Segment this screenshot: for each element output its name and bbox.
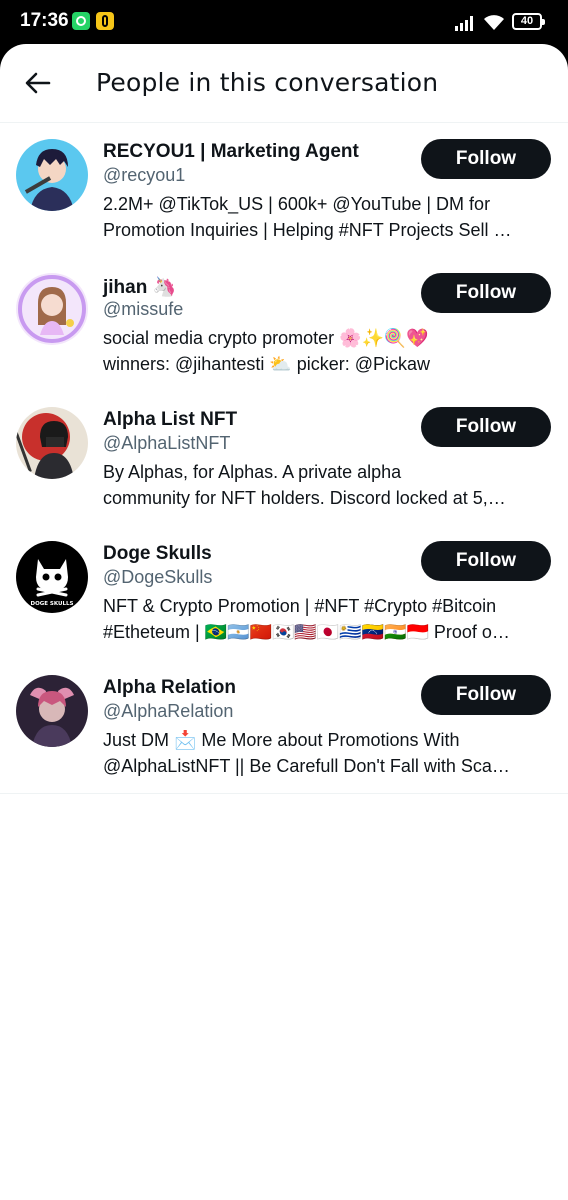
bio-line: winners: @jihantesti ⛅ picker: @Pickaw — [103, 354, 431, 374]
user-handle[interactable]: @DogeSkulls — [103, 567, 212, 588]
user-handle[interactable]: @AlphaRelation — [103, 701, 233, 722]
back-button[interactable] — [20, 65, 56, 101]
bio-line: Just DM 📩 Me More about Promotions With — [103, 730, 460, 750]
user-row-missufe[interactable]: jihan 🦄 @missufe social media crypto pro… — [0, 257, 568, 391]
battery-level: 40 — [520, 15, 534, 27]
bio-line: NFT & Crypto Promotion | #NFT #Crypto #B… — [103, 596, 497, 616]
status-bar: 17:36 40 — [0, 0, 568, 44]
user-handle[interactable]: @recyou1 — [103, 165, 185, 186]
avatar[interactable] — [16, 407, 88, 479]
svg-text:DOGE SKULLS: DOGE SKULLS — [31, 601, 74, 607]
status-time: 17:36 — [20, 10, 69, 31]
user-handle[interactable]: @AlphaListNFT — [103, 433, 230, 454]
follow-button[interactable]: Follow — [421, 541, 551, 581]
follow-button[interactable]: Follow — [421, 407, 551, 447]
bio-line: By Alphas, for Alphas. A private alpha — [103, 462, 402, 482]
list-divider — [0, 793, 568, 794]
avatar[interactable]: DOGE SKULLS — [16, 541, 88, 613]
whatsapp-icon — [72, 12, 90, 30]
user-name[interactable]: Doge Skulls — [103, 543, 212, 565]
bio-line: community for NFT holders. Discord locke… — [103, 488, 506, 508]
user-row-alphalistnft[interactable]: Alpha List NFT @AlphaListNFT By Alphas, … — [0, 391, 568, 525]
wifi-icon — [484, 15, 504, 30]
user-bio: 2.2M+ @TikTok_US | 600k+ @YouTube | DM f… — [103, 191, 551, 243]
bio-line: @AlphaListNFT || Be Carefull Don't Fall … — [103, 756, 510, 776]
user-name[interactable]: Alpha List NFT — [103, 409, 237, 431]
app-notification-icon — [96, 12, 114, 30]
avatar[interactable] — [16, 273, 88, 345]
follow-button[interactable]: Follow — [421, 675, 551, 715]
user-name[interactable]: Alpha Relation — [103, 677, 236, 699]
user-row-recyou1[interactable]: RECYOU1 | Marketing Agent @recyou1 2.2M+… — [0, 123, 568, 257]
user-handle[interactable]: @missufe — [103, 299, 183, 320]
arrow-left-icon — [25, 72, 51, 94]
avatar[interactable] — [16, 139, 88, 211]
user-bio: NFT & Crypto Promotion | #NFT #Crypto #B… — [103, 593, 551, 645]
avatar[interactable] — [16, 675, 88, 747]
bio-line: #Etheteum | 🇧🇷🇦🇷🇨🇳🇰🇷🇺🇸🇯🇵🇺🇾🇻🇪🇮🇳🇮🇩 Proof o… — [103, 622, 510, 642]
user-name[interactable]: jihan 🦄 — [103, 275, 176, 299]
user-name[interactable]: RECYOU1 | Marketing Agent — [103, 141, 359, 163]
user-row-alpharelation[interactable]: Alpha Relation @AlphaRelation Just DM 📩 … — [0, 659, 568, 793]
follow-button[interactable]: Follow — [421, 139, 551, 179]
user-row-dogeskulls[interactable]: DOGE SKULLS Doge Skulls @DogeSkulls NFT … — [0, 525, 568, 659]
battery-icon: 40 — [512, 13, 545, 30]
user-bio: By Alphas, for Alphas. A private alpha c… — [103, 459, 551, 511]
signal-icon — [455, 13, 477, 31]
user-bio: Just DM 📩 Me More about Promotions With … — [103, 727, 551, 779]
page-title: People in this conversation — [96, 68, 439, 97]
follow-button[interactable]: Follow — [421, 273, 551, 313]
people-list: RECYOU1 | Marketing Agent @recyou1 2.2M+… — [0, 123, 568, 794]
bio-line: social media crypto promoter 🌸✨🍭💖 — [103, 328, 429, 348]
conversation-people-sheet: People in this conversation RECYOU1 | Ma… — [0, 44, 568, 1200]
bio-line: 2.2M+ @TikTok_US | 600k+ @YouTube | DM f… — [103, 194, 491, 214]
header: People in this conversation — [0, 44, 568, 123]
user-bio: social media crypto promoter 🌸✨🍭💖 winner… — [103, 325, 551, 377]
bio-line: Promotion Inquiries | Helping #NFT Proje… — [103, 220, 512, 240]
